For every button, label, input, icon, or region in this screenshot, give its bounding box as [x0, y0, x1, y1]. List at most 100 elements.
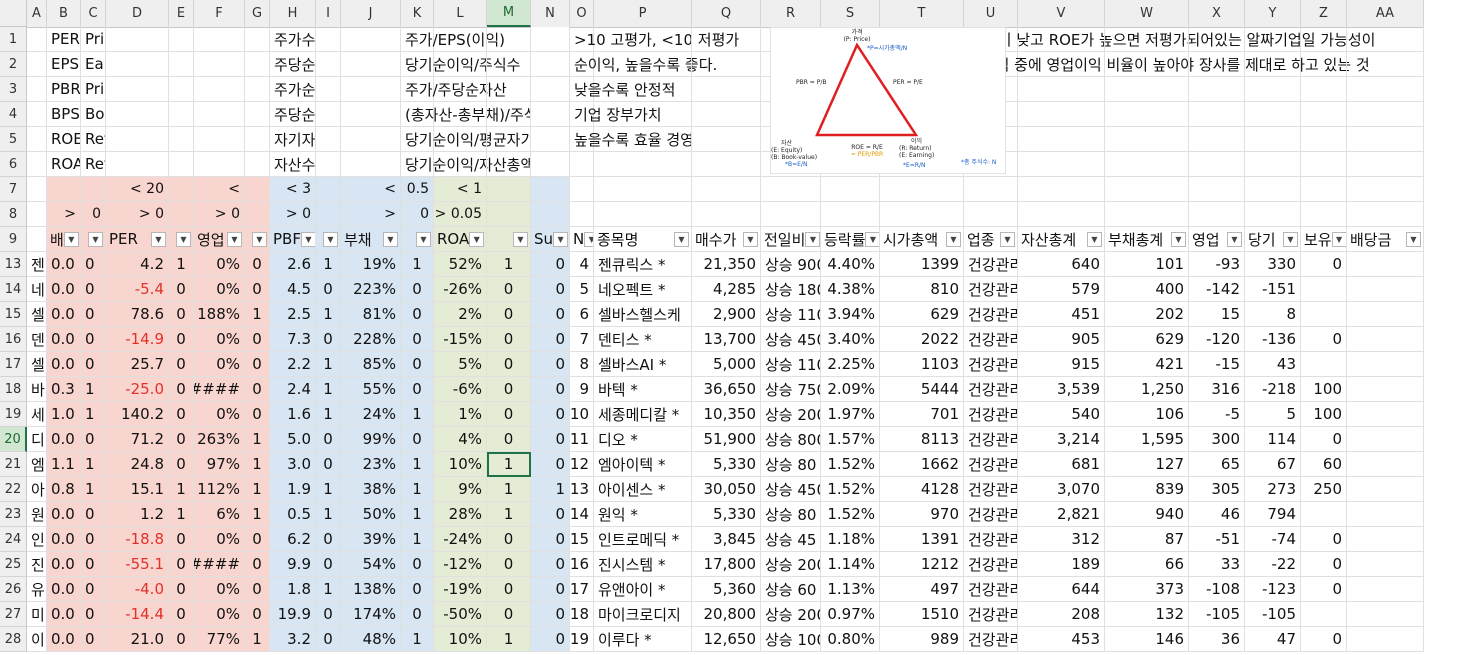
cell-k8[interactable]: 0	[401, 202, 434, 227]
cell-m13[interactable]: 1	[487, 252, 531, 277]
cell-g13[interactable]: 0	[245, 252, 270, 277]
cell-l26[interactable]: -19%	[434, 577, 487, 602]
cell-w28[interactable]: 146	[1105, 627, 1189, 652]
cell-d17[interactable]: 25.7	[106, 352, 169, 377]
cell-n14[interactable]: 0	[531, 277, 570, 302]
select-all-corner[interactable]	[0, 0, 27, 27]
cell-m20[interactable]: 0	[487, 427, 531, 452]
cell-s13[interactable]: 4.40%	[821, 252, 880, 277]
column-header-n[interactable]: N	[531, 0, 570, 27]
column-header-o[interactable]: O	[570, 0, 594, 27]
cell-d2[interactable]	[106, 52, 169, 77]
cell-f18[interactable]: ####	[194, 377, 245, 402]
cell-h9[interactable]: PBF ▼	[270, 227, 316, 252]
cell-z21[interactable]: 60	[1301, 452, 1347, 477]
cell-o28[interactable]: 19	[570, 627, 594, 652]
row-header-15[interactable]: 15	[0, 302, 27, 327]
cell-n21[interactable]: 0	[531, 452, 570, 477]
cell-k13[interactable]: 1	[401, 252, 434, 277]
cell-p21[interactable]: 엠아이텍 *	[594, 452, 692, 477]
cell-c13[interactable]: 0	[81, 252, 106, 277]
cell-h22[interactable]: 1.9	[270, 477, 316, 502]
cell-d26[interactable]: -4.0	[106, 577, 169, 602]
cell-n13[interactable]: 0	[531, 252, 570, 277]
cell-j24[interactable]: 39%	[341, 527, 401, 552]
cell-l13[interactable]: 52%	[434, 252, 487, 277]
cell-d7[interactable]: < 20	[106, 177, 169, 202]
cell-g9[interactable]: ▼	[245, 227, 270, 252]
row-header-26[interactable]: 26	[0, 577, 27, 602]
row-header-14[interactable]: 14	[0, 277, 27, 302]
cell-h25[interactable]: 9.9	[270, 552, 316, 577]
column-header-k[interactable]: K	[401, 0, 434, 27]
column-header-w[interactable]: W	[1105, 0, 1189, 27]
cell-b7[interactable]	[47, 177, 81, 202]
cell-q22[interactable]: 30,050	[692, 477, 761, 502]
filter-dropdown-icon[interactable]: ▼	[805, 231, 820, 247]
cell-d19[interactable]: 140.2	[106, 402, 169, 427]
cell-j17[interactable]: 85%	[341, 352, 401, 377]
cell-j19[interactable]: 24%	[341, 402, 401, 427]
cell-aa24[interactable]	[1347, 527, 1424, 552]
cell-p9[interactable]: 종목명 ▼	[594, 227, 692, 252]
cell-s17[interactable]: 2.25%	[821, 352, 880, 377]
cell-b13[interactable]: 0.0	[47, 252, 81, 277]
cell-y26[interactable]: -123	[1245, 577, 1301, 602]
cell-l16[interactable]: -15%	[434, 327, 487, 352]
filter-dropdown-icon[interactable]: ▼	[416, 231, 431, 247]
cell-p6[interactable]	[594, 152, 692, 177]
cell-x22[interactable]: 305	[1189, 477, 1245, 502]
cell-s9[interactable]: 등락률 ▼	[821, 227, 880, 252]
cell-x4[interactable]	[1189, 102, 1245, 127]
cell-s21[interactable]: 1.52%	[821, 452, 880, 477]
cell-v7[interactable]	[1018, 177, 1105, 202]
cell-z3[interactable]	[1301, 77, 1347, 102]
cell-e26[interactable]: 0	[169, 577, 194, 602]
cell-w15[interactable]: 202	[1105, 302, 1189, 327]
cell-w8[interactable]	[1105, 202, 1189, 227]
cell-p25[interactable]: 진시스템 *	[594, 552, 692, 577]
cell-l24[interactable]: -24%	[434, 527, 487, 552]
cell-n15[interactable]: 0	[531, 302, 570, 327]
cell-k23[interactable]: 1	[401, 502, 434, 527]
cell-i7[interactable]	[316, 177, 341, 202]
cell-m22[interactable]: 1	[487, 477, 531, 502]
cell-y20[interactable]: 114	[1245, 427, 1301, 452]
row-header-13[interactable]: 13	[0, 252, 27, 277]
cell-n24[interactable]: 0	[531, 527, 570, 552]
cell-z28[interactable]: 0	[1301, 627, 1347, 652]
filter-dropdown-icon[interactable]: ▼	[946, 231, 961, 247]
cell-f26[interactable]: 0%	[194, 577, 245, 602]
column-header-z[interactable]: Z	[1301, 0, 1347, 27]
cell-o25[interactable]: 16	[570, 552, 594, 577]
cell-g28[interactable]: 1	[245, 627, 270, 652]
cell-t20[interactable]: 8113	[880, 427, 964, 452]
cell-aa23[interactable]	[1347, 502, 1424, 527]
cell-m24[interactable]: 0	[487, 527, 531, 552]
cell-y23[interactable]: 794	[1245, 502, 1301, 527]
cell-aa28[interactable]	[1347, 627, 1424, 652]
cell-p7[interactable]	[594, 177, 692, 202]
cell-p2[interactable]	[594, 52, 692, 77]
cell-o24[interactable]: 15	[570, 527, 594, 552]
cell-v24[interactable]: 312	[1018, 527, 1105, 552]
column-header-j[interactable]: J	[341, 0, 401, 27]
column-header-b[interactable]: B	[47, 0, 81, 27]
cell-a6[interactable]	[27, 152, 47, 177]
filter-dropdown-icon[interactable]: ▼	[227, 231, 242, 247]
cell-h27[interactable]: 19.9	[270, 602, 316, 627]
cell-j2[interactable]	[341, 52, 401, 77]
cell-w5[interactable]	[1105, 127, 1189, 152]
cell-c20[interactable]: 0	[81, 427, 106, 452]
cell-v2[interactable]	[1018, 52, 1105, 77]
cell-q8[interactable]	[692, 202, 761, 227]
cell-e4[interactable]	[169, 102, 194, 127]
cell-x25[interactable]: 33	[1189, 552, 1245, 577]
cell-h16[interactable]: 7.3	[270, 327, 316, 352]
cell-k5[interactable]: 당기순이익/평균자기자본	[401, 127, 562, 152]
cell-u13[interactable]: 건강관리	[964, 252, 1018, 277]
cell-g26[interactable]: 0	[245, 577, 270, 602]
cell-r22[interactable]: 상승 450	[761, 477, 821, 502]
cell-b27[interactable]: 0.0	[47, 602, 81, 627]
cell-u26[interactable]: 건강관리	[964, 577, 1018, 602]
